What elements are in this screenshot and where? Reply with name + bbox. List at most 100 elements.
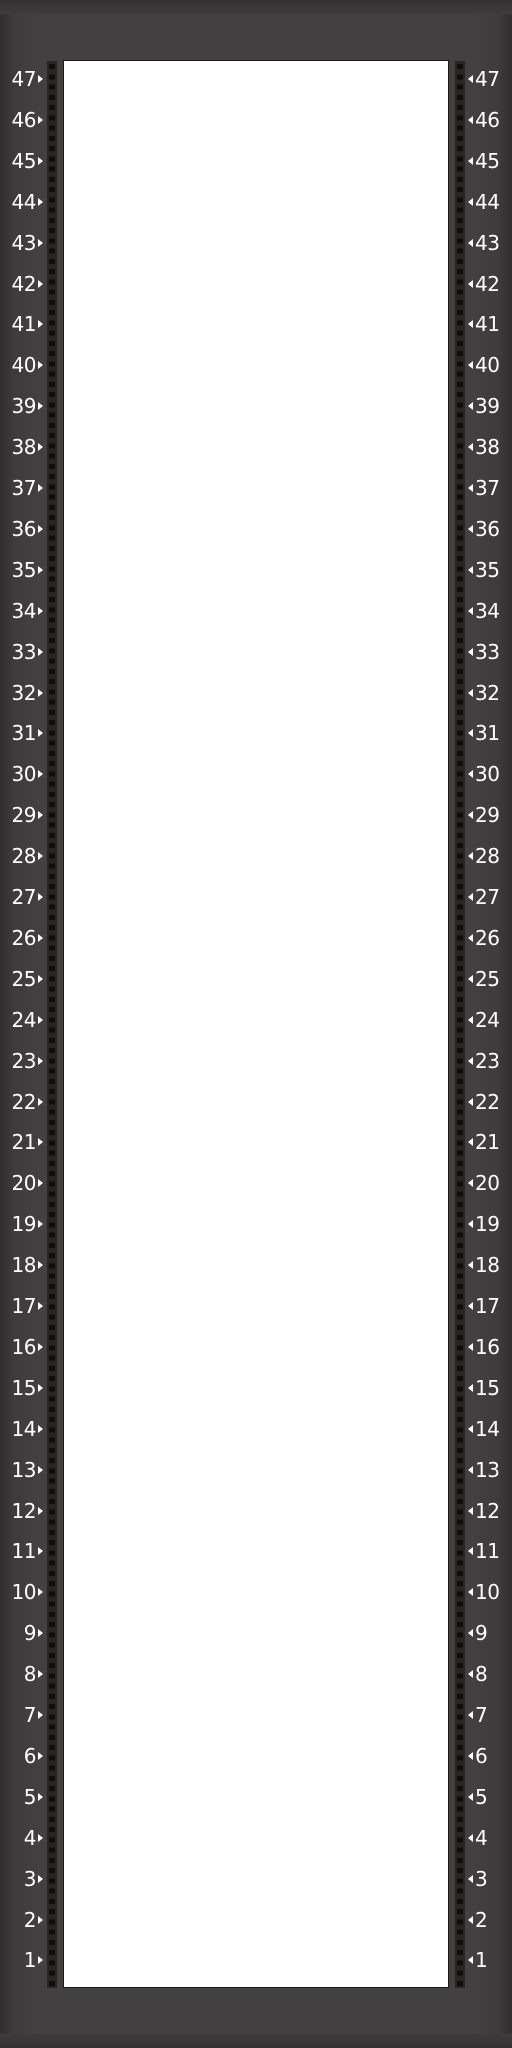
unit-label-right-14: 14	[468, 1414, 500, 1444]
unit-label-left-10: 10	[12, 1577, 43, 1607]
unit-label-right-44: 44	[468, 187, 500, 217]
caret-right-icon	[38, 1670, 43, 1678]
unit-label-left-7: 7	[24, 1700, 43, 1730]
unit-label-left-12: 12	[12, 1496, 43, 1526]
unit-label-right-34: 34	[468, 596, 500, 626]
unit-number: 39	[475, 394, 500, 418]
unit-label-left-8: 8	[24, 1659, 43, 1689]
unit-label-right-36: 36	[468, 514, 500, 544]
caret-right-icon	[38, 607, 43, 615]
caret-right-icon	[38, 689, 43, 697]
caret-left-icon	[468, 1588, 473, 1596]
caret-right-icon	[38, 1916, 43, 1924]
unit-number: 10	[11, 1580, 37, 1604]
unit-number: 38	[475, 435, 500, 459]
unit-number: 36	[475, 517, 500, 541]
caret-left-icon	[468, 975, 473, 983]
caret-right-icon	[38, 1752, 43, 1760]
unit-number: 2	[23, 1908, 37, 1932]
unit-label-left-14: 14	[12, 1414, 43, 1444]
unit-number: 37	[475, 476, 500, 500]
unit-label-right-29: 29	[468, 800, 500, 830]
unit-number: 14	[475, 1417, 500, 1441]
unit-number: 24	[11, 1008, 37, 1032]
unit-number: 29	[475, 803, 500, 827]
unit-label-left-45: 45	[12, 146, 43, 176]
unit-label-left-9: 9	[24, 1618, 43, 1648]
caret-right-icon	[38, 1507, 43, 1515]
caret-right-icon	[38, 1834, 43, 1842]
unit-number: 1	[23, 1948, 37, 1972]
unit-number: 5	[475, 1785, 488, 1809]
unit-number: 8	[475, 1662, 488, 1686]
caret-left-icon	[468, 1384, 473, 1392]
caret-left-icon	[468, 893, 473, 901]
caret-right-icon	[38, 1629, 43, 1637]
caret-right-icon	[38, 1016, 43, 1024]
unit-label-right-26: 26	[468, 923, 500, 953]
caret-right-icon	[38, 811, 43, 819]
unit-label-left-18: 18	[12, 1250, 43, 1280]
caret-left-icon	[468, 607, 473, 615]
unit-label-left-41: 41	[12, 309, 43, 339]
unit-number: 7	[475, 1703, 488, 1727]
caret-right-icon	[38, 1547, 43, 1555]
unit-label-right-12: 12	[468, 1496, 500, 1526]
unit-number: 46	[475, 108, 500, 132]
unit-number: 43	[11, 231, 37, 255]
caret-right-icon	[38, 1343, 43, 1351]
server-rack: 47 46 45 44 43 42 41 40 39 38 37 36 35 34 33 32 31 30 29 28…	[0, 0, 512, 2048]
unit-number: 16	[475, 1335, 500, 1359]
unit-number: 9	[475, 1621, 488, 1645]
unit-number: 23	[475, 1049, 500, 1073]
unit-label-right-3: 3	[468, 1864, 488, 1894]
caret-left-icon	[468, 1834, 473, 1842]
caret-left-icon	[468, 1547, 473, 1555]
unit-label-right-23: 23	[468, 1046, 500, 1076]
unit-number: 22	[475, 1090, 500, 1114]
unit-label-left-1: 1	[24, 1945, 43, 1975]
unit-number: 41	[11, 312, 37, 336]
caret-right-icon	[38, 934, 43, 942]
unit-label-left-32: 32	[12, 678, 43, 708]
unit-label-left-2: 2	[24, 1905, 43, 1935]
caret-right-icon	[38, 198, 43, 206]
unit-label-left-16: 16	[12, 1332, 43, 1362]
caret-left-icon	[468, 320, 473, 328]
unit-number: 34	[11, 599, 37, 623]
unit-label-left-4: 4	[24, 1823, 43, 1853]
caret-right-icon	[38, 1466, 43, 1474]
unit-number: 27	[475, 885, 500, 909]
caret-right-icon	[38, 1057, 43, 1065]
caret-left-icon	[468, 1057, 473, 1065]
unit-label-left-39: 39	[12, 391, 43, 421]
unit-label-right-27: 27	[468, 882, 500, 912]
unit-number: 2	[475, 1908, 488, 1932]
unit-number: 41	[475, 312, 500, 336]
unit-label-right-1: 1	[468, 1945, 488, 1975]
unit-number: 25	[475, 967, 500, 991]
unit-label-left-36: 36	[12, 514, 43, 544]
unit-number: 30	[11, 762, 37, 786]
caret-right-icon	[38, 361, 43, 369]
unit-label-left-23: 23	[12, 1046, 43, 1076]
caret-left-icon	[468, 1220, 473, 1228]
unit-number: 31	[11, 721, 37, 745]
unit-label-right-40: 40	[468, 350, 500, 380]
unit-number: 46	[11, 108, 37, 132]
caret-left-icon	[468, 198, 473, 206]
unit-label-left-38: 38	[12, 432, 43, 462]
caret-right-icon	[38, 239, 43, 247]
caret-left-icon	[468, 1956, 473, 1964]
unit-number: 47	[11, 67, 37, 91]
unit-label-left-24: 24	[12, 1005, 43, 1035]
unit-number: 4	[475, 1826, 488, 1850]
caret-left-icon	[468, 280, 473, 288]
unit-number: 26	[475, 926, 500, 950]
caret-left-icon	[468, 1670, 473, 1678]
unit-number: 3	[475, 1867, 488, 1891]
caret-left-icon	[468, 689, 473, 697]
caret-right-icon	[38, 402, 43, 410]
caret-left-icon	[468, 1343, 473, 1351]
rack-slot-area[interactable]	[64, 61, 448, 1987]
